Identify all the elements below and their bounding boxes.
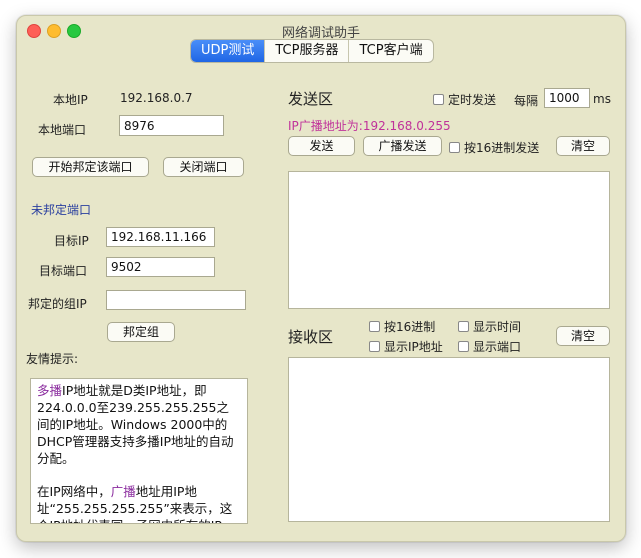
show-ip-checkbox[interactable]: 显示IP地址 <box>369 338 443 355</box>
target-port-input[interactable] <box>106 257 215 277</box>
local-port-label: 本地端口 <box>38 123 87 137</box>
group-ip-label: 邦定的组IP <box>28 297 87 311</box>
receive-clear-button[interactable]: 清空 <box>556 326 610 346</box>
send-textarea[interactable] <box>288 171 610 309</box>
close-port-button[interactable]: 关闭端口 <box>163 157 244 177</box>
show-port-checkbox[interactable]: 显示端口 <box>458 338 521 355</box>
send-clear-button[interactable]: 清空 <box>556 136 610 156</box>
checkbox-icon <box>433 94 444 105</box>
timed-send-checkbox[interactable]: 定时发送 <box>433 91 496 108</box>
interval-unit: ms <box>593 92 611 106</box>
target-ip-label: 目标IP <box>54 234 89 248</box>
send-button[interactable]: 发送 <box>288 136 355 156</box>
mode-tabs: UDP测试 TCP服务器 TCP客户端 <box>190 39 434 63</box>
local-ip-value: 192.168.0.7 <box>120 91 193 105</box>
tab-tcp-client[interactable]: TCP客户端 <box>349 40 432 62</box>
send-area-title: 发送区 <box>288 90 334 108</box>
receive-hex-checkbox[interactable]: 按16进制 <box>369 318 435 335</box>
interval-label: 每隔 <box>514 94 539 108</box>
tips-paragraph-broadcast: 在IP网络中，广播地址用IP地址“255.255.255.255”来表示，这个I… <box>37 484 233 523</box>
checkbox-icon <box>369 321 380 332</box>
checkbox-icon <box>458 341 469 352</box>
tips-label: 友情提示: <box>26 352 79 366</box>
checkbox-icon <box>458 321 469 332</box>
tips-box[interactable]: 多播IP地址就是D类IP地址，即224.0.0.0至239.255.255.25… <box>30 378 248 524</box>
target-port-label: 目标端口 <box>39 264 88 278</box>
interval-input[interactable] <box>544 88 590 108</box>
bind-port-button[interactable]: 开始邦定该端口 <box>32 157 149 177</box>
tab-tcp-server[interactable]: TCP服务器 <box>265 40 350 62</box>
tab-udp-test[interactable]: UDP测试 <box>191 40 266 62</box>
receive-area-title: 接收区 <box>288 328 334 346</box>
checkbox-icon <box>369 341 380 352</box>
bind-group-button[interactable]: 邦定组 <box>107 322 175 342</box>
bind-status-text: 未邦定端口 <box>31 203 92 217</box>
local-ip-label: 本地IP <box>53 93 88 107</box>
broadcast-address-info: IP广播地址为:192.168.0.255 <box>288 119 451 133</box>
group-ip-input[interactable] <box>106 290 246 310</box>
checkbox-icon <box>449 142 460 153</box>
broadcast-send-button[interactable]: 广播发送 <box>363 136 442 156</box>
hex-send-checkbox[interactable]: 按16进制发送 <box>449 139 539 156</box>
app-window: 网络调试助手 UDP测试 TCP服务器 TCP客户端 本地IP 192.168.… <box>16 15 626 542</box>
receive-textarea[interactable] <box>288 357 610 522</box>
show-time-checkbox[interactable]: 显示时间 <box>458 318 521 335</box>
target-ip-input[interactable] <box>106 227 215 247</box>
local-port-input[interactable] <box>119 115 224 136</box>
tips-paragraph-multicast: 多播IP地址就是D类IP地址，即224.0.0.0至239.255.255.25… <box>37 383 234 466</box>
